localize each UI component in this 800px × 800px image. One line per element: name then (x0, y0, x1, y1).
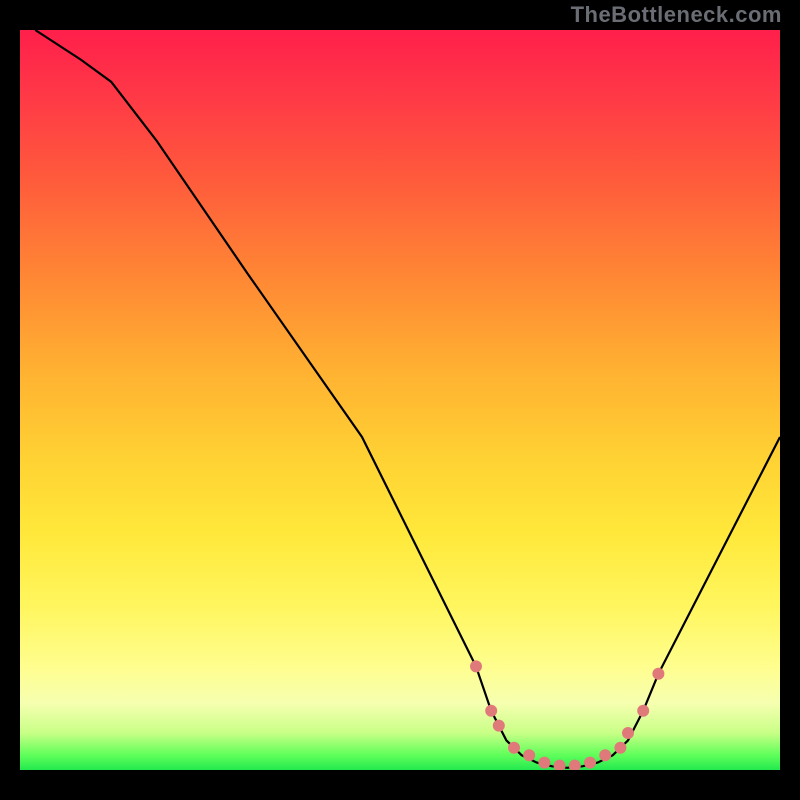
marker-dot (523, 749, 535, 761)
marker-dot (554, 760, 566, 770)
watermark-text: TheBottleneck.com (571, 2, 782, 28)
marker-dot (493, 720, 505, 732)
marker-dot (652, 668, 664, 680)
chart-svg (20, 30, 780, 770)
marker-dot (599, 749, 611, 761)
marker-dot (584, 757, 596, 769)
series-curve (35, 30, 780, 768)
marker-dot (470, 660, 482, 672)
marker-dot (614, 742, 626, 754)
marker-dot (622, 727, 634, 739)
marker-dot (538, 757, 550, 769)
chart-container: TheBottleneck.com (0, 0, 800, 800)
plot-area (20, 30, 780, 770)
marker-dot (485, 705, 497, 717)
marker-dot (508, 742, 520, 754)
marker-dot (637, 705, 649, 717)
marker-dot (569, 760, 581, 770)
marker-dots (470, 660, 664, 770)
